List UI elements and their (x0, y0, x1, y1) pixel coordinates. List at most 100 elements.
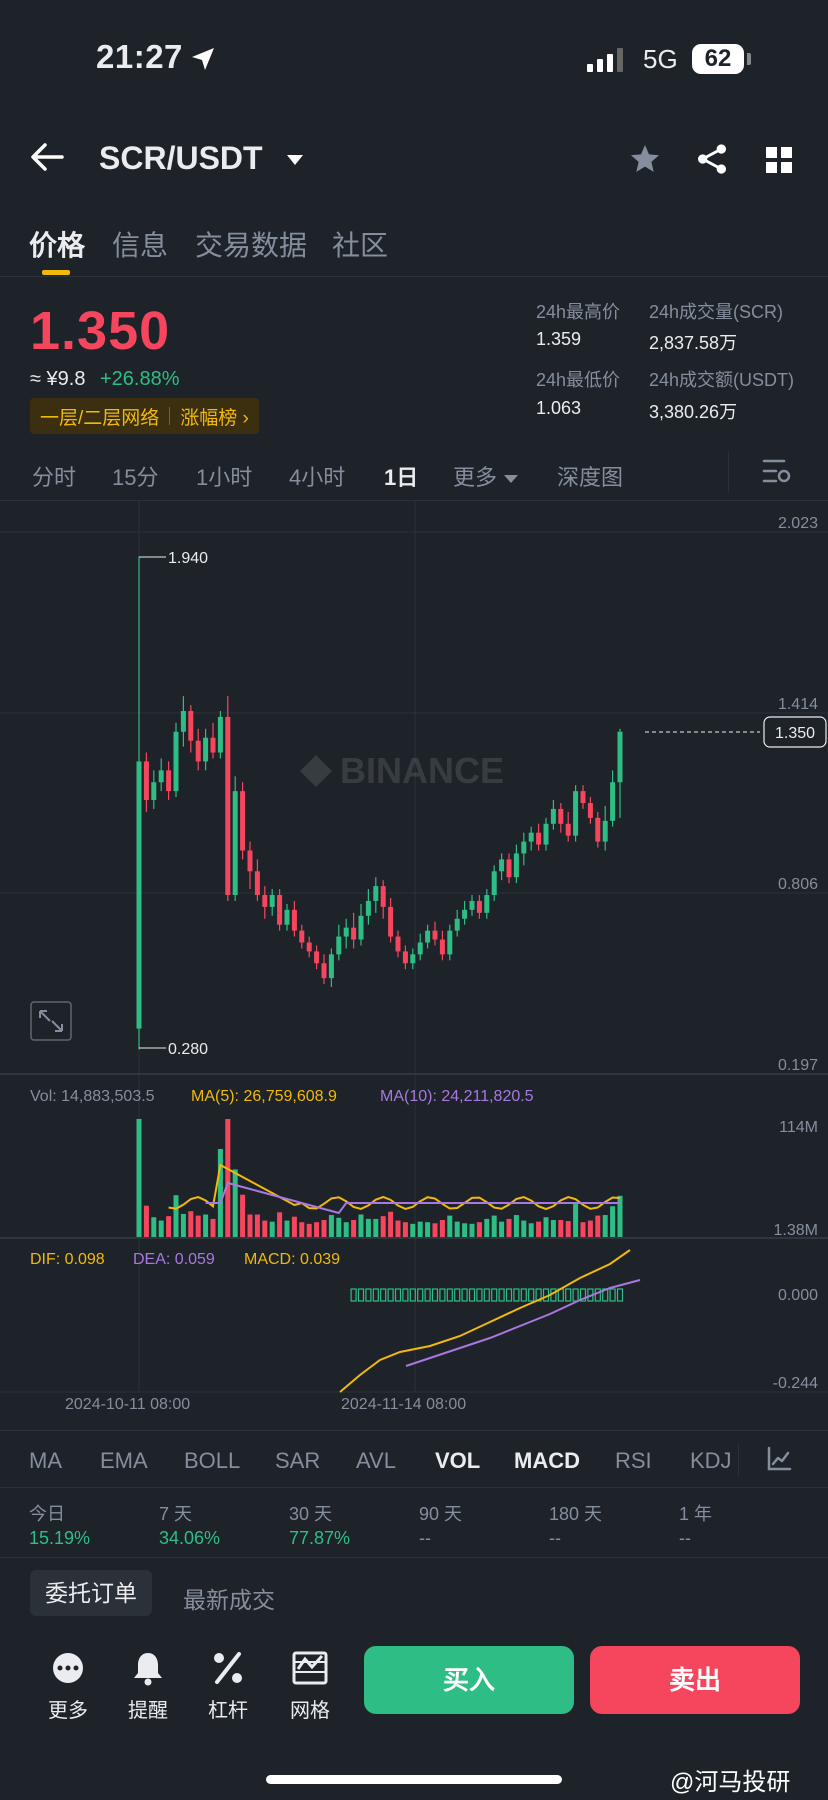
indicator-ma[interactable]: MA (29, 1448, 62, 1474)
active-tab-indicator (42, 270, 70, 275)
macd-histogram-bar (372, 1288, 379, 1302)
tab-trading-data[interactable]: 交易数据 (195, 224, 307, 264)
candle-body (402, 951, 408, 964)
candle-body (343, 927, 349, 937)
volume-bar (284, 1220, 290, 1237)
buy-button[interactable]: 买入 (364, 1646, 574, 1714)
chart-settings-icon[interactable] (762, 458, 792, 484)
stat-24h-high: 1.359 (536, 329, 582, 349)
perf-value-30d: 77.87% (289, 1528, 351, 1548)
indicator-ema[interactable]: EMA (100, 1448, 148, 1474)
price-change-percent: +26.88% (100, 368, 180, 390)
macd-histogram-bar (528, 1288, 535, 1302)
volume-bar (513, 1215, 519, 1237)
candle-body (351, 927, 357, 940)
tab-community[interactable]: 社区 (332, 224, 388, 264)
candle-body (580, 791, 586, 803)
candle-body (506, 859, 512, 878)
grid-trading-icon[interactable] (290, 1650, 330, 1686)
home-indicator[interactable] (266, 1775, 562, 1784)
tag-network[interactable]: 一层/二层网络 (40, 403, 159, 430)
interval-time-share[interactable]: 分时 (32, 460, 76, 492)
interval-1h[interactable]: 1小时 (196, 460, 252, 492)
network-type: 5G (643, 44, 678, 74)
tab-price[interactable]: 价格 (29, 224, 85, 264)
grid-label[interactable]: 网格 (275, 1694, 345, 1723)
volume-bar (506, 1218, 512, 1237)
interval-depth-chart[interactable]: 深度图 (557, 460, 623, 492)
tab-info[interactable]: 信息 (112, 224, 168, 264)
favorite-star-icon[interactable] (628, 143, 662, 175)
candle-body (269, 895, 275, 907)
volume-bar (195, 1215, 201, 1237)
tab-open-orders[interactable]: 委托订单 (30, 1570, 152, 1616)
perf-label-1y: 1 年 (679, 1504, 713, 1524)
candle-body (188, 710, 194, 741)
expand-icon[interactable] (30, 1001, 72, 1041)
volume-bar (314, 1222, 320, 1237)
candle-body (521, 841, 527, 854)
macd-histogram-bar (498, 1288, 505, 1302)
candle-body (602, 820, 608, 842)
interval-4h[interactable]: 4小时 (289, 460, 345, 492)
leverage-label[interactable]: 杠杆 (193, 1694, 263, 1723)
macd-histogram-bar (454, 1288, 461, 1302)
more-icon[interactable] (48, 1650, 88, 1686)
volume-bar (373, 1218, 379, 1237)
leverage-percent-icon[interactable] (208, 1650, 248, 1686)
volume-bar (558, 1220, 564, 1237)
volume-bar (247, 1214, 253, 1237)
interval-more[interactable]: 更多 (453, 460, 519, 492)
volume-bar (536, 1221, 542, 1237)
volume-bar (388, 1211, 394, 1237)
back-arrow-icon[interactable] (30, 142, 64, 172)
volume-bar (306, 1223, 312, 1237)
candle-body (151, 782, 157, 801)
sell-button[interactable]: 卖出 (590, 1646, 800, 1714)
y-tick-1.414: 1.414 (778, 696, 818, 713)
volume-bar (543, 1217, 549, 1237)
macd-histogram-bar (357, 1288, 365, 1302)
candle-body (314, 951, 320, 964)
indicator-vol[interactable]: VOL (435, 1448, 480, 1474)
divider (738, 1444, 739, 1476)
candle-body (573, 791, 579, 836)
macd-histogram-bar (439, 1288, 446, 1302)
candle-body (469, 900, 475, 910)
indicator-kdj[interactable]: KDJ (690, 1448, 732, 1474)
interval-15m[interactable]: 15分 (112, 460, 158, 492)
volume-bar (269, 1221, 275, 1237)
indicator-avl[interactable]: AVL (356, 1448, 396, 1474)
macd-histogram-bar (505, 1288, 513, 1302)
candle-body (595, 817, 601, 842)
volume-bar (166, 1216, 172, 1237)
tag-gainers[interactable]: 涨幅榜 › (180, 403, 249, 430)
interval-1d[interactable]: 1日 (384, 460, 418, 492)
indicator-rsi[interactable]: RSI (615, 1448, 652, 1474)
tab-latest-trades[interactable]: 最新成交 (183, 1581, 275, 1615)
candle-body (610, 782, 616, 821)
battery-tip (747, 53, 751, 65)
volume-bar (262, 1220, 268, 1237)
volume-bar (447, 1215, 453, 1237)
volume-bar (343, 1222, 349, 1237)
candle-body (299, 930, 305, 943)
indicator-boll[interactable]: BOLL (184, 1448, 240, 1474)
candlestick-chart[interactable]: BINANCE 2.023 1.414 0.806 0.197 1.940 0.… (0, 500, 828, 1430)
alert-label[interactable]: 提醒 (113, 1694, 183, 1723)
volume-ma10-label: MA(10): 24,211,820.5 (380, 1088, 534, 1105)
share-icon[interactable] (696, 143, 728, 175)
more-label[interactable]: 更多 (33, 1694, 103, 1723)
y-tick-0.806: 0.806 (778, 876, 818, 893)
indicator-sar[interactable]: SAR (275, 1448, 320, 1474)
indicator-macd[interactable]: MACD (514, 1448, 580, 1474)
chevron-down-icon[interactable] (286, 154, 304, 166)
trading-pair-title[interactable]: SCR/USDT (99, 140, 263, 177)
volume-bar (173, 1195, 179, 1237)
perf-value-90d: -- (419, 1528, 431, 1548)
indicator-settings-icon[interactable] (766, 1446, 792, 1472)
candle-body (439, 939, 445, 955)
high-marker: 1.940 (139, 550, 208, 567)
bell-icon[interactable] (128, 1650, 168, 1686)
grid-menu-icon[interactable] (765, 146, 793, 174)
